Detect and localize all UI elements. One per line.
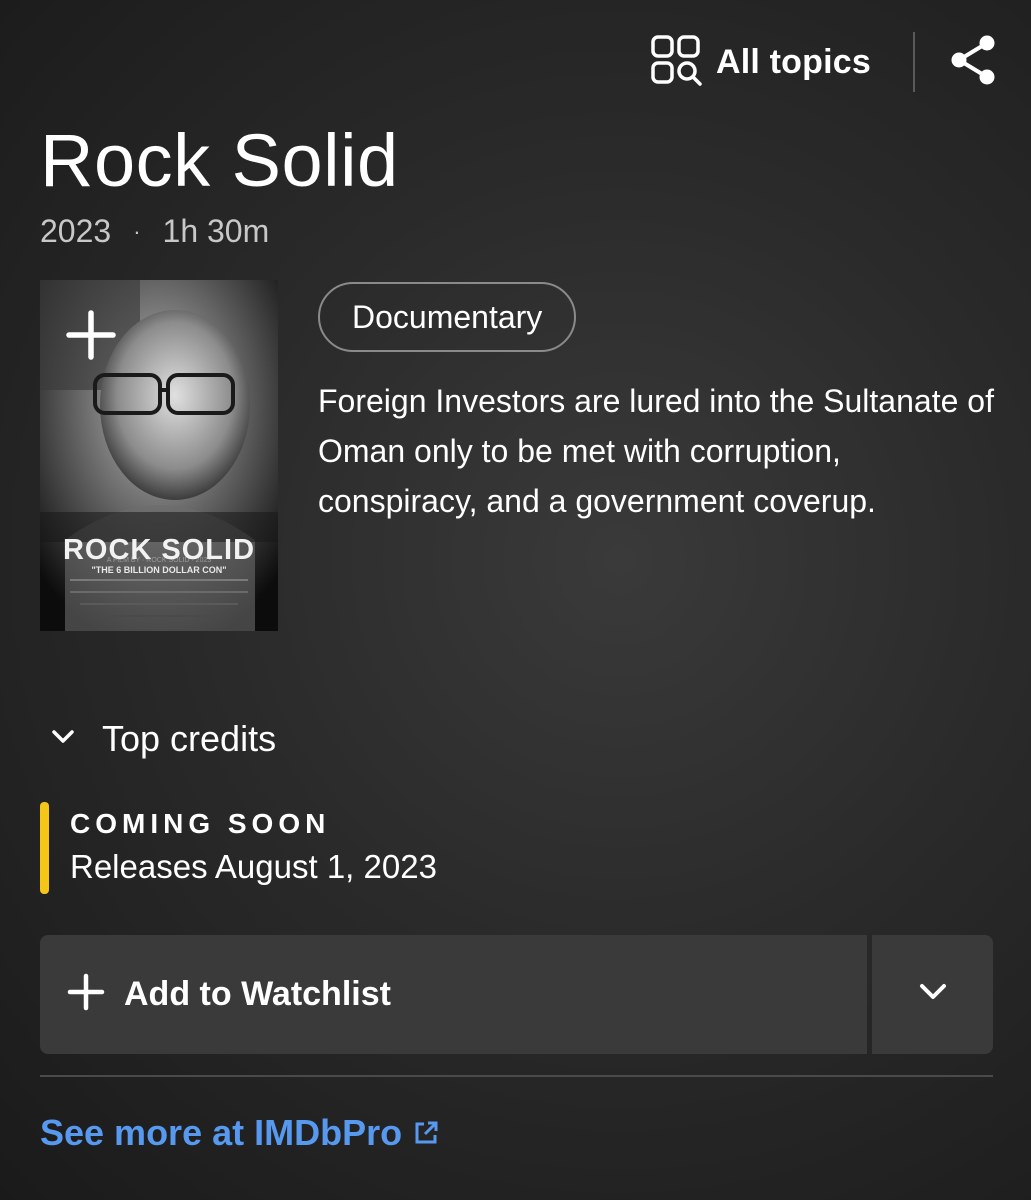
- genre-chip-documentary[interactable]: Documentary: [318, 282, 577, 352]
- watchlist-controls: Add to Watchlist: [40, 935, 993, 1054]
- add-to-watchlist-button[interactable]: Add to Watchlist: [40, 935, 867, 1054]
- external-link-icon: [412, 1119, 440, 1147]
- poster-image[interactable]: A FILM BY · ROCK SOLID · 2023 ROCK SOLID…: [40, 280, 278, 631]
- share-button[interactable]: [949, 34, 997, 91]
- title-meta: 2023 · 1h 30m: [40, 213, 269, 250]
- topbar-divider: [913, 32, 915, 92]
- watchlist-options-button[interactable]: [872, 935, 993, 1054]
- chevron-down-icon: [918, 982, 948, 1007]
- top-bar: All topics: [650, 30, 997, 94]
- all-topics-label: All topics: [715, 42, 871, 81]
- plot-summary: Foreign Investors are lured into the Sul…: [318, 383, 994, 519]
- top-credits-label: Top credits: [102, 718, 277, 759]
- meta-separator: ·: [133, 218, 141, 244]
- poster-title-text: ROCK SOLID: [63, 534, 255, 566]
- coming-soon-label: COMING SOON: [70, 808, 331, 839]
- status-accent-bar: [40, 802, 49, 894]
- plus-icon: [40, 280, 140, 390]
- release-year: 2023: [40, 213, 112, 249]
- share-icon: [949, 34, 997, 91]
- add-to-watchlist-label: Add to Watchlist: [124, 975, 391, 1013]
- chevron-down-icon: [50, 728, 76, 751]
- plus-icon: [66, 972, 106, 1017]
- section-divider: [40, 1075, 993, 1077]
- topics-grid-icon: [650, 34, 702, 91]
- top-credits-toggle[interactable]: Top credits: [50, 718, 276, 760]
- poster-tagline: "THE 6 BILLION DOLLAR CON": [91, 565, 226, 575]
- all-topics-button[interactable]: All topics: [650, 34, 871, 91]
- runtime: 1h 30m: [162, 213, 270, 249]
- imdbpro-link[interactable]: See more at IMDbPro: [40, 1112, 440, 1154]
- poster-add-watchlist-button[interactable]: [40, 280, 140, 390]
- page-title: Rock Solid: [40, 119, 399, 202]
- imdbpro-link-label: See more at IMDbPro: [40, 1112, 403, 1153]
- release-date: Releases August 1, 2023: [70, 848, 437, 885]
